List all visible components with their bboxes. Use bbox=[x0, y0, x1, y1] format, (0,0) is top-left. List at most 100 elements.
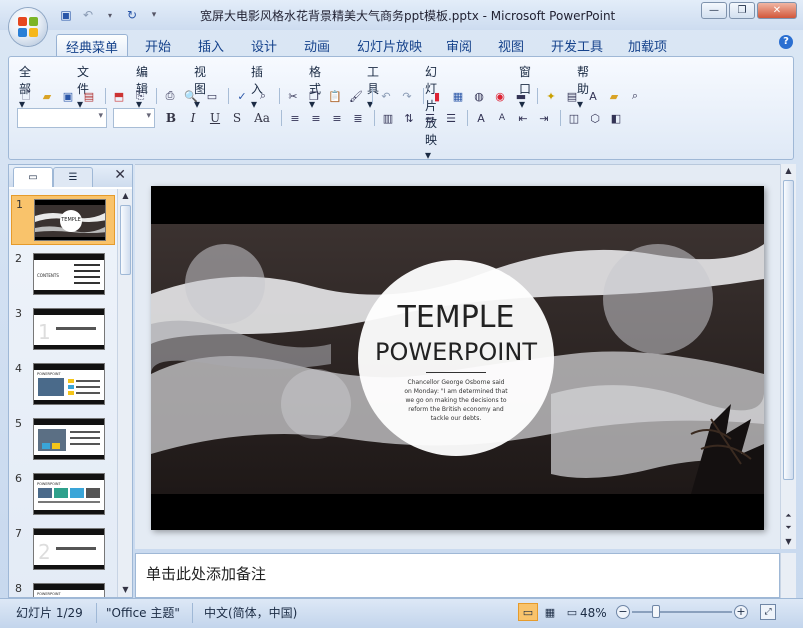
tab-home[interactable]: 开始 bbox=[145, 34, 171, 56]
paste-icon[interactable]: 📋 bbox=[326, 87, 344, 105]
slide-scrollbar[interactable]: ▲ ⏶ ⏷ ▼ bbox=[780, 164, 796, 549]
slide-title-line2[interactable]: POWERPOINT bbox=[358, 338, 554, 366]
undo-dropdown-icon[interactable]: ▾ bbox=[102, 7, 118, 23]
thumbnail-1[interactable]: 1 TEMPLE bbox=[11, 195, 115, 245]
thumbnail-5[interactable]: 5 bbox=[11, 415, 115, 465]
save-as-icon[interactable]: ▤ bbox=[80, 87, 98, 105]
columns-icon[interactable]: ▥ bbox=[379, 109, 397, 127]
thumbnail-2[interactable]: 2 CONTENTS bbox=[11, 250, 115, 300]
font-size-combo[interactable] bbox=[113, 108, 155, 128]
thumbnail-7[interactable]: 7 2 bbox=[11, 525, 115, 575]
slideshow-view-icon[interactable]: ▭ bbox=[562, 603, 582, 621]
scroll-up-icon[interactable]: ▲ bbox=[118, 189, 133, 203]
bullets-icon[interactable]: ☰ bbox=[442, 109, 460, 127]
notes-pane[interactable]: 单击此处添加备注 bbox=[135, 553, 780, 598]
help-icon[interactable]: ? bbox=[779, 35, 793, 49]
normal-view-icon[interactable]: ▭ bbox=[518, 603, 538, 621]
shapes-icon[interactable]: ◫ bbox=[565, 109, 583, 127]
customize-qat-icon[interactable]: ▾ bbox=[146, 7, 162, 23]
increase-indent-icon[interactable]: ⇥ bbox=[535, 109, 553, 127]
tab-design[interactable]: 设计 bbox=[251, 34, 277, 56]
align-left-icon[interactable]: ≡ bbox=[286, 109, 304, 127]
format-painter-icon[interactable]: 🖌 bbox=[347, 87, 365, 105]
slide-body-text[interactable]: Chancellor George Osborne said on Monday… bbox=[404, 378, 508, 423]
new-icon[interactable]: 🗋 bbox=[17, 87, 35, 105]
shadow-button[interactable]: S bbox=[227, 109, 247, 127]
increase-font-icon[interactable]: A bbox=[472, 109, 490, 127]
scroll-thumb[interactable] bbox=[783, 180, 794, 480]
next-slide-icon[interactable]: ⏷ bbox=[781, 521, 796, 535]
italic-button[interactable]: I bbox=[183, 109, 203, 127]
numbering-icon[interactable]: ☰ bbox=[421, 109, 439, 127]
change-case-button[interactable]: Aa bbox=[249, 109, 275, 127]
page-setup-icon[interactable]: ▭ bbox=[203, 87, 221, 105]
text-direction-icon[interactable]: ⇅ bbox=[400, 109, 418, 127]
underline-button[interactable]: U bbox=[205, 109, 225, 127]
zoom-level[interactable]: 48% bbox=[580, 606, 607, 620]
slide-title-line1[interactable]: TEMPLE bbox=[358, 300, 554, 335]
tab-classic-menu[interactable]: 经典菜单 bbox=[56, 34, 128, 56]
spelling-icon[interactable]: ✓ bbox=[233, 87, 251, 105]
cut-icon[interactable]: ✂ bbox=[284, 87, 302, 105]
slide-sorter-view-icon[interactable]: ▦ bbox=[540, 603, 560, 621]
research-icon[interactable]: ⌕ bbox=[254, 87, 272, 105]
close-window-button[interactable]: ✕ bbox=[757, 2, 797, 19]
tab-insert[interactable]: 插入 bbox=[198, 34, 224, 56]
notes-scrollbar[interactable] bbox=[780, 553, 796, 598]
new-slide-icon[interactable]: ✦ bbox=[542, 87, 560, 105]
decrease-indent-icon[interactable]: ⇤ bbox=[514, 109, 532, 127]
arrange-icon[interactable]: ⬡ bbox=[586, 109, 604, 127]
folder-icon[interactable]: ▰ bbox=[605, 87, 623, 105]
office-button[interactable] bbox=[9, 8, 47, 46]
minimize-button[interactable]: — bbox=[701, 2, 727, 19]
restore-button[interactable]: ❐ bbox=[729, 2, 755, 19]
undo-icon[interactable]: ↶ bbox=[80, 7, 96, 23]
save-icon[interactable]: ▣ bbox=[58, 7, 74, 23]
font-name-combo[interactable] bbox=[17, 108, 107, 128]
zoom-in-icon[interactable]: + bbox=[734, 605, 748, 619]
layout-icon[interactable]: ▤ bbox=[563, 87, 581, 105]
redo-icon[interactable]: ↷ bbox=[398, 87, 416, 105]
publish-icon[interactable]: ⎘ bbox=[131, 87, 149, 105]
tab-addins[interactable]: 加载项 bbox=[628, 34, 667, 56]
tab-animations[interactable]: 动画 bbox=[304, 34, 330, 56]
tab-view[interactable]: 视图 bbox=[498, 34, 524, 56]
scroll-up-icon[interactable]: ▲ bbox=[781, 164, 796, 178]
thumbnail-3[interactable]: 3 1 bbox=[11, 305, 115, 355]
thumbnail-6[interactable]: 6 POWERPOINT bbox=[11, 470, 115, 520]
quick-styles-icon[interactable]: ◧ bbox=[607, 109, 625, 127]
smartart-icon[interactable]: ◍ bbox=[470, 87, 488, 105]
zoom-slider[interactable] bbox=[632, 611, 732, 613]
zoom-out-icon[interactable]: − bbox=[616, 605, 630, 619]
notes-placeholder[interactable]: 单击此处添加备注 bbox=[146, 563, 266, 584]
align-right-icon[interactable]: ≡ bbox=[328, 109, 346, 127]
grayscale-icon[interactable]: ▬ bbox=[512, 87, 530, 105]
tab-outline[interactable]: ☰ bbox=[53, 167, 93, 187]
tab-developer[interactable]: 开发工具 bbox=[551, 34, 603, 56]
textbox-icon[interactable]: A bbox=[584, 87, 602, 105]
print-icon[interactable]: ⎙ bbox=[161, 87, 179, 105]
thumbnail-8[interactable]: 8 POWERPOINT bbox=[11, 580, 115, 597]
find-icon[interactable]: ⌕ bbox=[626, 87, 644, 105]
redo-icon[interactable]: ↻ bbox=[124, 7, 140, 23]
tab-review[interactable]: 审阅 bbox=[446, 34, 472, 56]
justify-icon[interactable]: ≣ bbox=[349, 109, 367, 127]
table-icon[interactable]: ▦ bbox=[449, 87, 467, 105]
align-center-icon[interactable]: ≡ bbox=[307, 109, 325, 127]
print-preview-icon[interactable]: 🔍 bbox=[182, 87, 200, 105]
scroll-down-icon[interactable]: ▼ bbox=[781, 535, 796, 549]
undo-icon[interactable]: ↶ bbox=[377, 87, 395, 105]
decrease-font-icon[interactable]: A bbox=[493, 109, 511, 127]
tab-slideshow[interactable]: 幻灯片放映 bbox=[357, 34, 422, 56]
open-icon[interactable]: ▰ bbox=[38, 87, 56, 105]
fit-to-window-icon[interactable]: ⤢ bbox=[760, 604, 776, 620]
thumbnail-scrollbar[interactable]: ▲ ▼ bbox=[117, 189, 132, 597]
copy-icon[interactable]: ❐ bbox=[305, 87, 323, 105]
color-icon[interactable]: ◉ bbox=[491, 87, 509, 105]
scroll-thumb[interactable] bbox=[120, 205, 131, 275]
tab-slides[interactable]: ▭ bbox=[13, 167, 53, 187]
chart-icon[interactable]: ▮ bbox=[428, 87, 446, 105]
bold-button[interactable]: B bbox=[161, 109, 181, 127]
zoom-slider-knob[interactable] bbox=[652, 605, 660, 618]
permission-icon[interactable]: ⬒ bbox=[110, 87, 128, 105]
